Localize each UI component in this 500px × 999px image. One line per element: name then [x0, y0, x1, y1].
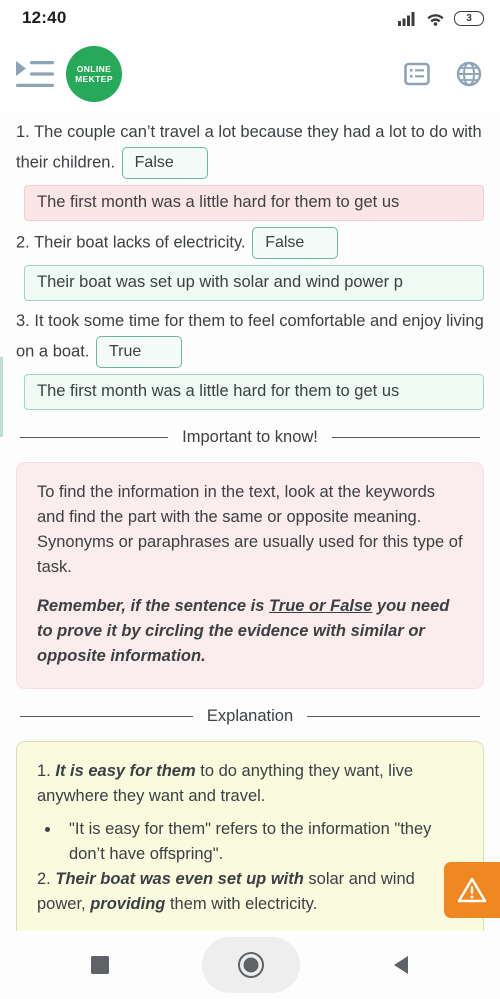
divider-rule-left [20, 436, 169, 438]
explanation-bullet-list: "It is easy for them" refers to the info… [61, 817, 463, 867]
home-button[interactable] [202, 937, 300, 993]
divider-rule-left [20, 715, 193, 717]
status-bar: 12:40 3 [0, 0, 500, 36]
logo-line-1: ONLINE [76, 64, 112, 74]
question-item: 2. Their boat lacks of electricity. Fals… [0, 227, 500, 301]
evidence-input[interactable]: The first month was a little hard for th… [24, 374, 484, 410]
true-or-false-emphasis: True or False [269, 597, 373, 615]
question-text: It took some time for them to feel comfo… [16, 312, 484, 361]
logo-line-2: MEKTEP [75, 74, 113, 84]
explanation-item-1-number: 1. [37, 762, 51, 780]
globe-icon[interactable] [456, 61, 482, 87]
wifi-icon [427, 13, 444, 26]
explanation-item-1: 1. It is easy for them to do anything th… [37, 759, 463, 809]
explanation-divider-title: Explanation [206, 707, 294, 725]
important-divider-title: Important to know! [182, 428, 318, 446]
question-number: 2. [16, 233, 30, 252]
question-item: 1. The couple can’t travel a lot because… [0, 118, 500, 221]
scroll-rail-indicator [0, 357, 3, 437]
important-divider: Important to know! [0, 426, 500, 448]
android-nav-bar [0, 931, 500, 999]
question-number: 1. [16, 123, 30, 141]
explanation-item-2-emphasis-2: providing [90, 895, 166, 913]
explanation-item-2-number: 2. [37, 870, 51, 888]
lesson-content: 1. The couple can’t travel a lot because… [0, 112, 500, 951]
question-line: 2. Their boat lacks of electricity. Fals… [16, 227, 484, 259]
answer-dropdown[interactable]: True [96, 336, 182, 368]
recents-button[interactable] [90, 955, 110, 975]
question-number: 3. [16, 312, 30, 330]
explanation-item-1-emphasis: It is easy for them [55, 762, 196, 780]
evidence-input[interactable]: Their boat was set up with solar and win… [24, 265, 484, 301]
important-remember-paragraph: Remember, if the sentence is True or Fal… [37, 594, 463, 669]
question-line: 3. It took some time for them to feel co… [16, 307, 484, 368]
back-button[interactable] [392, 955, 410, 975]
battery-indicator: 3 [454, 10, 484, 26]
important-paragraph: To find the information in the text, loo… [37, 483, 463, 576]
explanation-item-2-rest: them with electricity. [165, 895, 318, 913]
question-text: The couple can’t travel a lot because th… [16, 123, 482, 172]
question-text: Their boat lacks of electricity. [34, 233, 246, 252]
explanation-item-2-emphasis-1: Their boat was even set up with [55, 870, 304, 888]
explanation-callout: 1. It is easy for them to do anything th… [16, 741, 484, 951]
divider-rule-right [307, 715, 481, 717]
remember-text-lead: Remember, if the sentence is [37, 597, 270, 615]
explanation-clipped-line [37, 917, 463, 931]
indent-menu-icon[interactable] [16, 59, 54, 89]
warning-triangle-icon [457, 877, 487, 903]
divider-rule-right [331, 436, 481, 438]
status-clock: 12:40 [22, 8, 67, 27]
report-problem-button[interactable] [444, 862, 500, 918]
important-callout: To find the information in the text, loo… [16, 462, 484, 689]
explanation-divider: Explanation [0, 705, 500, 727]
cellular-signal-icon [398, 11, 415, 26]
battery-level-label: 3 [466, 12, 472, 24]
online-mektep-logo[interactable]: ONLINE MEKTEP [66, 46, 122, 102]
explanation-bullet: "It is easy for them" refers to the info… [61, 817, 463, 867]
explanation-item-2: 2. Their boat was even set up with solar… [37, 867, 463, 917]
back-triangle-icon [394, 956, 408, 974]
app-root: 12:40 3 ONLINE MEKTEP 1. The couple can’… [0, 0, 500, 999]
question-item: 3. It took some time for them to feel co… [0, 307, 500, 410]
answer-dropdown[interactable]: False [252, 227, 339, 259]
home-circle-icon [238, 952, 264, 978]
evidence-input[interactable]: The first month was a little hard for th… [24, 185, 484, 221]
status-indicators: 3 [398, 10, 484, 26]
app-bar: ONLINE MEKTEP [0, 36, 500, 112]
list-view-icon[interactable] [404, 61, 430, 87]
question-line: 1. The couple can’t travel a lot because… [16, 118, 484, 179]
recents-square-icon [91, 956, 109, 974]
answer-dropdown[interactable]: False [121, 147, 208, 179]
